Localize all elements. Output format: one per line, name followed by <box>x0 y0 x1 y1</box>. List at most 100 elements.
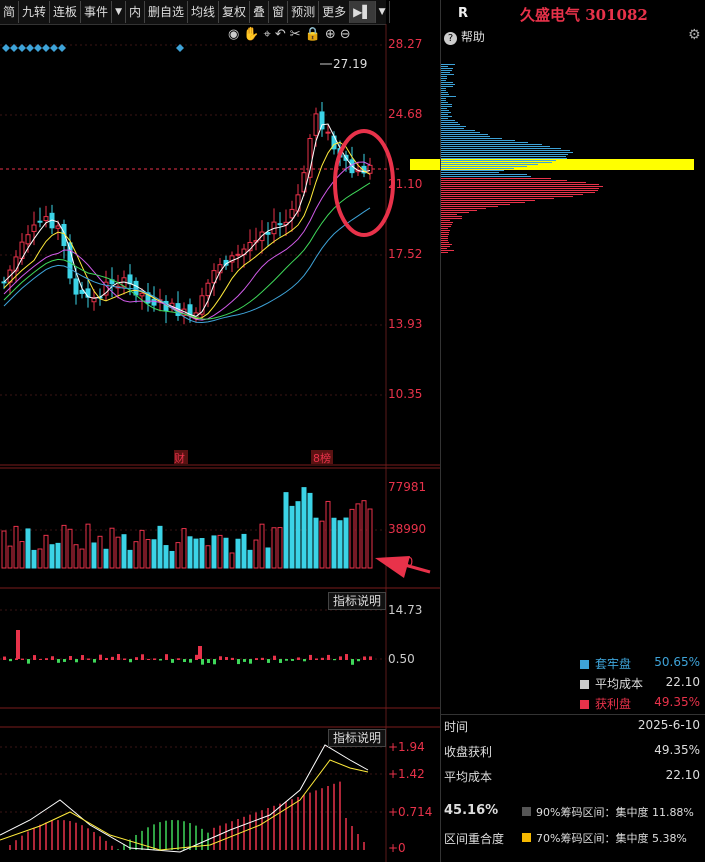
volume-bar <box>13 525 19 569</box>
indicator1-bar <box>99 654 102 660</box>
volume-bar <box>343 517 349 569</box>
indicator2-help-button[interactable]: 指标说明 <box>328 729 387 747</box>
volume-bar <box>193 538 199 569</box>
range-90-text: 90%筹码区间：集中度 11.88% <box>536 806 694 819</box>
chip-bar <box>441 76 447 77</box>
chip-bar <box>441 168 514 169</box>
volume-bar <box>61 524 67 569</box>
chip-bar <box>441 232 449 233</box>
indicator1-bar <box>153 658 156 660</box>
chip-bar <box>441 158 567 159</box>
volume-bar <box>85 523 91 569</box>
chip-bar <box>441 138 502 139</box>
chip-bar <box>441 130 475 131</box>
avg-color-square <box>580 680 589 689</box>
chip-bar <box>441 170 504 171</box>
volume-bar <box>199 538 205 569</box>
volume-bar <box>277 527 283 569</box>
indicator1-bar <box>183 659 186 663</box>
chip-bar <box>441 218 462 219</box>
volume-bar <box>223 537 229 569</box>
indicator1-bar <box>279 659 282 663</box>
indicator1-bar <box>267 659 270 663</box>
lock-icon[interactable]: 🔒 <box>305 27 325 42</box>
legend-label: 套牢盘 <box>595 657 632 671</box>
chip-bar <box>441 180 567 181</box>
legend-label: 平均成本 <box>595 677 644 691</box>
info-avg-cost: 平均成本 22.10 <box>444 768 700 785</box>
chip-bar <box>441 230 450 231</box>
indicator2-axis-label: +0.714 <box>388 805 433 819</box>
settings-gear-icon[interactable]: ⚙ <box>688 27 701 43</box>
event-marker-finance[interactable]: 财 <box>174 450 185 466</box>
info-time: 时间 2025-6-10 <box>444 718 700 735</box>
chip-bar <box>441 156 566 157</box>
volume-bar <box>355 503 361 569</box>
info-close-profit: 收盘获利 49.35% <box>444 743 700 760</box>
chip-bar <box>441 234 449 235</box>
chip-bar <box>441 172 499 173</box>
indicator1-bar <box>219 656 222 660</box>
info-value: 49.35% <box>654 743 700 757</box>
indicator1-bar <box>315 658 318 660</box>
event-marker-billboard[interactable]: 8榜 <box>313 450 331 466</box>
eye-icon[interactable]: ◉ <box>228 27 243 42</box>
chip-bar <box>441 114 448 115</box>
indicator1-bar <box>16 630 20 659</box>
chip-bar <box>441 116 452 117</box>
chip-bar <box>441 166 527 167</box>
undo-icon[interactable]: ↶ <box>275 27 290 42</box>
volume-bar <box>139 529 145 569</box>
indicator1-bar <box>357 659 360 662</box>
candle-body <box>133 280 139 296</box>
info-label: 收盘获利 <box>444 745 493 759</box>
indicator1-help-button[interactable]: 指标说明 <box>328 592 387 610</box>
candle-body <box>31 224 37 232</box>
indicator1-bar <box>147 658 150 660</box>
volume-bar <box>265 547 271 569</box>
candle-body <box>37 220 43 223</box>
indicator1-bar <box>3 656 6 660</box>
help-link[interactable]: ? 帮助 <box>444 28 485 45</box>
indicator1-bar <box>225 657 228 660</box>
legend-value: 49.35% <box>654 695 700 709</box>
chip-bar <box>441 136 490 137</box>
chip-bar <box>441 96 456 97</box>
hand-icon[interactable]: ✋ <box>243 27 263 42</box>
scissors-icon[interactable]: ✂ <box>290 27 305 42</box>
candle-body <box>1 281 7 284</box>
candle-body <box>325 131 331 134</box>
indicator1-bar <box>327 654 330 660</box>
candle-body <box>151 298 157 306</box>
chip-bar <box>441 152 573 153</box>
volume-bar <box>145 539 151 569</box>
zoom-in-icon[interactable]: ⊕ <box>325 27 340 42</box>
volume-bar <box>271 527 277 569</box>
range-90-color-square <box>522 807 531 816</box>
price-axis-label: 17.52 <box>388 247 423 261</box>
info-value: 22.10 <box>665 768 700 782</box>
volume-bar <box>367 508 373 569</box>
chip-bar <box>441 68 453 69</box>
chip-bar <box>441 134 488 135</box>
chip-bar <box>441 82 453 83</box>
cursor-icon[interactable]: ⌖ <box>264 27 275 42</box>
chip-bar <box>441 248 447 249</box>
indicator1-bar <box>231 657 234 660</box>
chip-bar <box>441 160 556 161</box>
indicator2-axis-label: +1.42 <box>388 767 425 781</box>
chip-bar <box>441 252 448 253</box>
candle-body <box>289 208 295 219</box>
trapped-color-square <box>580 660 589 669</box>
volume-bar <box>25 528 31 569</box>
chip-bar <box>441 238 448 239</box>
candle-body <box>313 113 319 136</box>
legend-profit: 获利盘 49.35% <box>580 695 702 712</box>
chip-bar <box>441 118 448 119</box>
range-90: 90%筹码区间：集中度 11.88% <box>522 804 694 820</box>
chip-bar <box>441 250 454 251</box>
chip-bar <box>441 150 570 151</box>
zoom-out-icon[interactable]: ⊖ <box>340 27 355 42</box>
volume-bar <box>319 520 325 569</box>
indicator1-bar <box>87 658 90 660</box>
